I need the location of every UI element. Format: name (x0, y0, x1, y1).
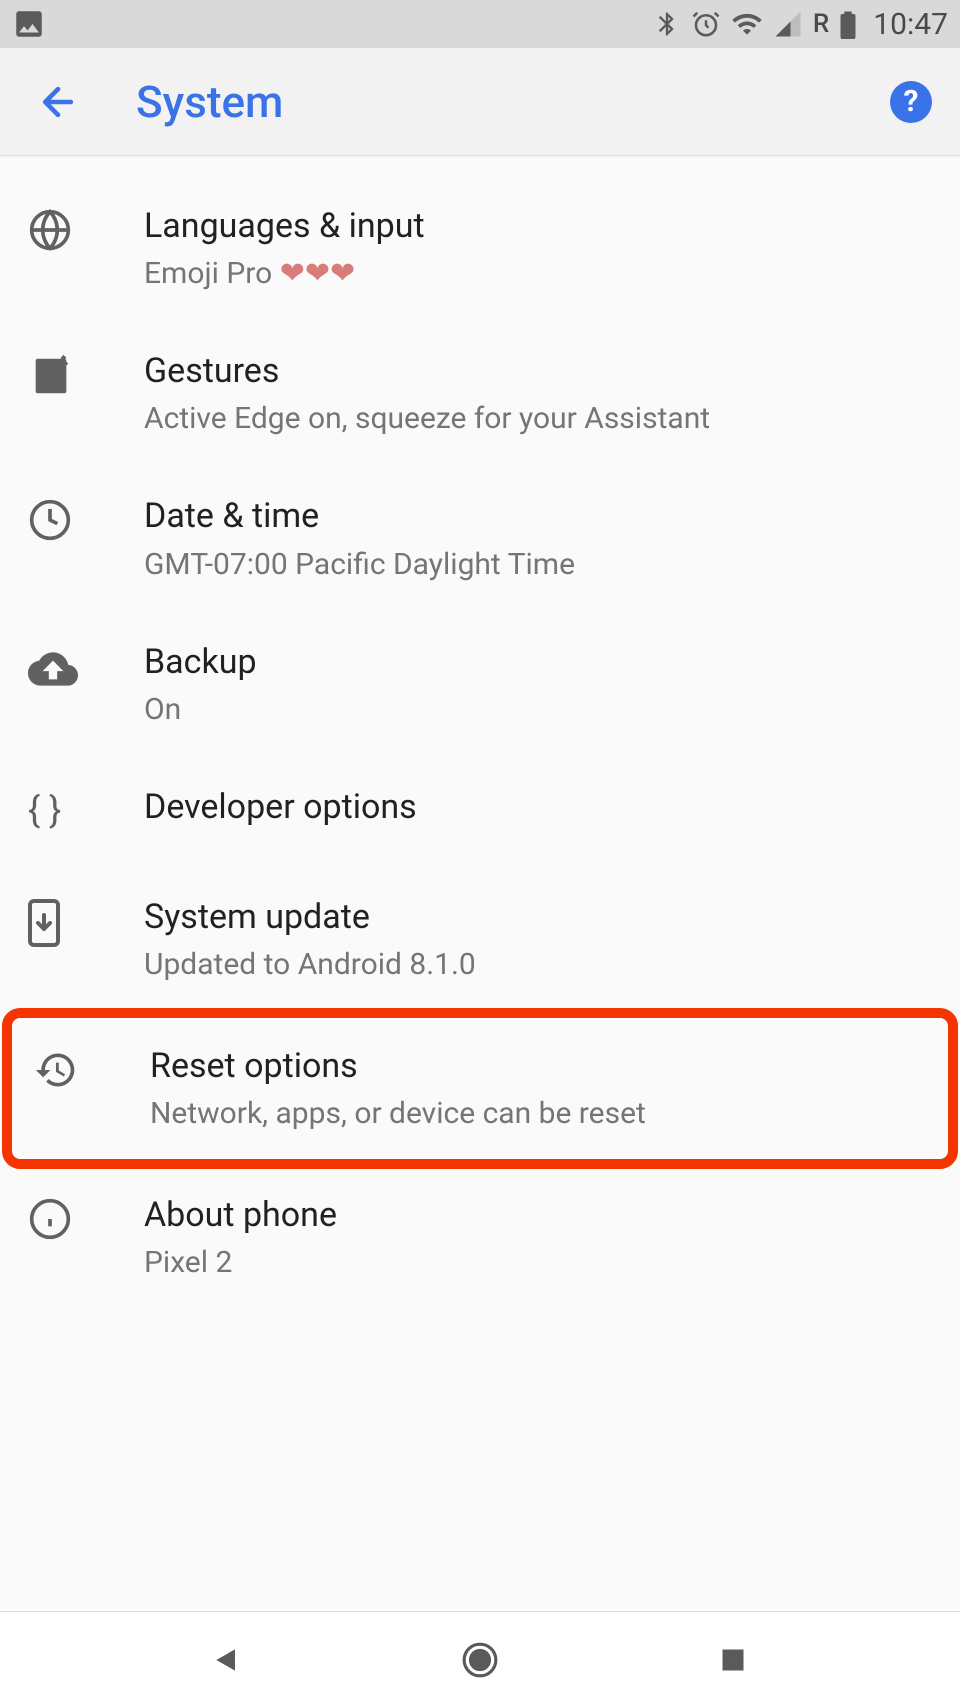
wifi-icon (731, 8, 763, 40)
item-gestures[interactable]: Gestures Active Edge on, squeeze for you… (0, 321, 960, 466)
item-backup[interactable]: Backup On (0, 612, 960, 757)
item-system-update[interactable]: System update Updated to Android 8.1.0 (0, 867, 960, 1012)
cell-signal-icon (773, 9, 803, 39)
item-subtitle: Network, apps, or device can be reset (150, 1094, 926, 1133)
battery-icon (839, 9, 857, 39)
item-subtitle: On (144, 690, 932, 729)
item-title: Gestures (144, 349, 932, 393)
settings-list: Languages & input Emoji Pro ❤❤❤ Gestures… (0, 156, 960, 1310)
bluetooth-icon (653, 10, 681, 38)
picture-icon (12, 7, 46, 41)
phone-download-icon (28, 895, 118, 947)
item-reset-options[interactable]: Reset options Network, apps, or device c… (6, 1012, 954, 1165)
item-title: System update (144, 895, 932, 939)
nav-back-button[interactable] (197, 1630, 257, 1690)
alarm-icon (691, 9, 721, 39)
roaming-indicator: R (813, 9, 829, 39)
gestures-icon (28, 349, 118, 399)
braces-icon: { } (28, 785, 118, 831)
item-title: About phone (144, 1193, 932, 1237)
item-languages-input[interactable]: Languages & input Emoji Pro ❤❤❤ (0, 176, 960, 321)
item-subtitle: Active Edge on, squeeze for your Assista… (144, 399, 932, 438)
item-title: Reset options (150, 1044, 926, 1088)
item-title: Developer options (144, 785, 932, 829)
item-subtitle: Updated to Android 8.1.0 (144, 945, 932, 984)
hearts-icon: ❤❤❤ (280, 256, 355, 291)
status-bar: R 10:47 (0, 0, 960, 48)
item-title: Date & time (144, 494, 932, 538)
status-left (12, 7, 46, 41)
item-date-time[interactable]: Date & time GMT-07:00 Pacific Daylight T… (0, 466, 960, 611)
status-time: 10:47 (873, 7, 948, 42)
item-about-phone[interactable]: About phone Pixel 2 (0, 1165, 960, 1310)
item-developer-options[interactable]: { } Developer options (0, 757, 960, 867)
item-title: Backup (144, 640, 932, 684)
app-bar: System ? (0, 48, 960, 156)
back-button[interactable] (28, 72, 88, 132)
navigation-bar (0, 1611, 960, 1707)
status-right: R 10:47 (653, 7, 948, 42)
page-title: System (136, 76, 890, 128)
restore-icon (34, 1044, 124, 1092)
info-icon (28, 1193, 118, 1241)
item-subtitle: Emoji Pro ❤❤❤ (144, 254, 932, 293)
item-subtitle: GMT-07:00 Pacific Daylight Time (144, 545, 932, 584)
nav-recent-button[interactable] (703, 1630, 763, 1690)
cloud-upload-icon (28, 640, 118, 694)
help-button[interactable]: ? (890, 81, 932, 123)
item-subtitle: Pixel 2 (144, 1243, 932, 1282)
item-title: Languages & input (144, 204, 932, 248)
nav-home-button[interactable] (450, 1630, 510, 1690)
globe-icon (28, 204, 118, 252)
clock-icon (28, 494, 118, 542)
